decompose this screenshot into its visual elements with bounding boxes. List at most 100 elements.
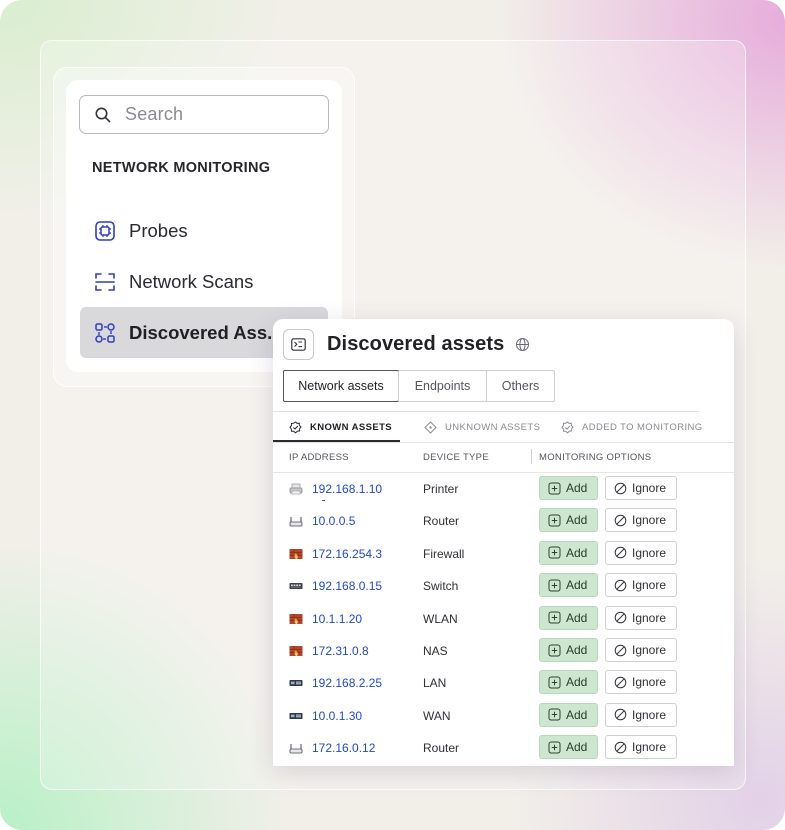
plus-square-icon	[548, 676, 561, 689]
table-row: 10.1.1.20 WLAN Add Ignore	[273, 603, 734, 635]
column-divider	[531, 449, 532, 464]
table-row: 10.0.0.5 Router Add Ignore	[273, 505, 734, 537]
sidebar-item-label: Discovered Ass...	[129, 321, 283, 343]
subtab-added-to-monitoring[interactable]: ADDED TO MONITORING	[561, 411, 703, 443]
ignore-label: Ignore	[632, 643, 667, 657]
subtab-unknown-assets[interactable]: UNKNOWN ASSETS	[424, 411, 540, 443]
ignore-button[interactable]: Ignore	[605, 638, 677, 662]
tab-others[interactable]: Others	[486, 371, 554, 401]
page-title: Discovered assets	[327, 333, 505, 355]
ignore-label: Ignore	[632, 481, 667, 495]
ip-address-link[interactable]: 10.1.1.20	[312, 612, 362, 626]
device-type: WLAN	[423, 611, 458, 626]
printer-icon	[289, 483, 303, 495]
column-header-ip[interactable]: IP ADDRESS	[289, 452, 349, 463]
badge-check-icon	[561, 420, 574, 434]
ignore-button[interactable]: Ignore	[605, 540, 677, 565]
firewall-icon	[289, 645, 303, 657]
chip-icon	[93, 219, 117, 243]
switch-icon	[289, 580, 303, 592]
add-button[interactable]: Add	[539, 735, 598, 760]
ignore-label: Ignore	[632, 610, 667, 625]
add-button[interactable]: Add	[539, 670, 598, 695]
add-button[interactable]: Add	[539, 605, 598, 630]
add-label: Add	[566, 707, 588, 722]
sidebar-item-network-scans[interactable]: Network Scans	[80, 256, 328, 307]
ip-address-link[interactable]: 172.16.0.12	[312, 741, 375, 755]
ip-address-link[interactable]: 172.16.254.3	[312, 547, 382, 561]
add-button[interactable]: Add	[539, 508, 598, 533]
sidebar-item-label: Network Scans	[129, 270, 254, 292]
search-input[interactable]: Search	[79, 95, 329, 134]
globe-icon[interactable]	[515, 337, 530, 352]
subtab-known-assets[interactable]: KNOWN ASSETS	[289, 411, 392, 443]
ban-icon	[614, 676, 627, 689]
device-type: Router	[423, 514, 460, 529]
plus-square-icon	[548, 579, 561, 592]
device-type: Printer	[423, 482, 459, 496]
ignore-button[interactable]: Ignore	[605, 702, 677, 727]
table-row: 192.168.0.15 Switch Add Ignore	[273, 570, 734, 602]
lan-icon	[289, 710, 303, 722]
section-title: NETWORK MONITORING	[92, 160, 271, 176]
ignore-button[interactable]: Ignore	[605, 508, 677, 533]
table-row: 192.168.2.25 LAN Add Ignore	[273, 667, 734, 699]
plus-square-icon	[548, 514, 561, 527]
sidebar-item-label: Probes	[129, 219, 188, 241]
ignore-button[interactable]: Ignore	[605, 670, 677, 695]
ignore-button[interactable]: Ignore	[605, 573, 677, 598]
column-header-monitoring-options: MONITORING OPTIONS	[539, 452, 652, 463]
ignore-button[interactable]: Ignore	[605, 735, 677, 760]
subtab-label: ADDED TO MONITORING	[582, 421, 703, 433]
add-label: Add	[566, 513, 588, 528]
table-row: 172.31.0.8 NAS Add Ignore	[273, 635, 734, 667]
router-icon	[289, 742, 303, 754]
ban-icon	[614, 611, 627, 624]
ip-address-link[interactable]: 192.168.0.15	[312, 579, 382, 593]
ignore-label: Ignore	[632, 707, 667, 722]
plus-square-icon	[548, 546, 561, 559]
device-type: LAN	[423, 676, 447, 691]
add-label: Add	[566, 643, 588, 657]
ip-address-link[interactable]: 10.0.0.5	[312, 514, 355, 528]
ip-address-link[interactable]: 192.168.2.25	[312, 676, 382, 690]
lan-icon	[289, 677, 303, 689]
tab-endpoints[interactable]: Endpoints	[398, 371, 486, 401]
add-button[interactable]: Add	[539, 540, 598, 565]
add-label: Add	[566, 610, 588, 625]
add-label: Add	[566, 545, 588, 560]
ip-address-link[interactable]: 192.168.1.10	[312, 482, 382, 496]
plus-square-icon	[548, 482, 561, 495]
discover-icon	[93, 321, 117, 345]
ignore-label: Ignore	[632, 578, 667, 593]
plus-square-icon	[548, 708, 561, 721]
ban-icon	[614, 514, 627, 527]
search-icon	[94, 106, 112, 124]
ignore-button[interactable]: Ignore	[605, 476, 677, 500]
table-row: 192.168.1.10 Printer Add Ignore	[273, 473, 734, 505]
ignore-button[interactable]: Ignore	[605, 605, 677, 630]
diamond-icon	[424, 420, 437, 434]
add-button[interactable]: Add	[539, 702, 598, 727]
terminal-icon[interactable]	[283, 329, 314, 360]
active-tab-indicator	[273, 440, 400, 442]
add-button[interactable]: Add	[539, 476, 598, 500]
ip-address-link[interactable]: 172.31.0.8	[312, 644, 369, 658]
sidebar-item-probes[interactable]: Probes	[80, 205, 328, 256]
plus-square-icon	[548, 741, 561, 754]
column-header-device-type[interactable]: DEVICE TYPE	[423, 452, 489, 463]
add-button[interactable]: Add	[539, 638, 598, 662]
ip-address-link[interactable]: 10.0.1.30	[312, 709, 362, 723]
ban-icon	[614, 482, 627, 495]
stray-dash	[322, 500, 325, 501]
firewall-icon	[289, 613, 303, 625]
firewall-icon	[289, 548, 303, 560]
add-button[interactable]: Add	[539, 573, 598, 598]
add-label: Add	[566, 481, 588, 495]
ban-icon	[614, 546, 627, 559]
tab-network-assets[interactable]: Network assets	[283, 370, 399, 402]
device-type: NAS	[423, 644, 448, 658]
subtab-label: UNKNOWN ASSETS	[445, 421, 541, 433]
scan-frame-icon	[93, 270, 117, 294]
table-row: 10.0.1.30 WAN Add Ignore	[273, 700, 734, 732]
